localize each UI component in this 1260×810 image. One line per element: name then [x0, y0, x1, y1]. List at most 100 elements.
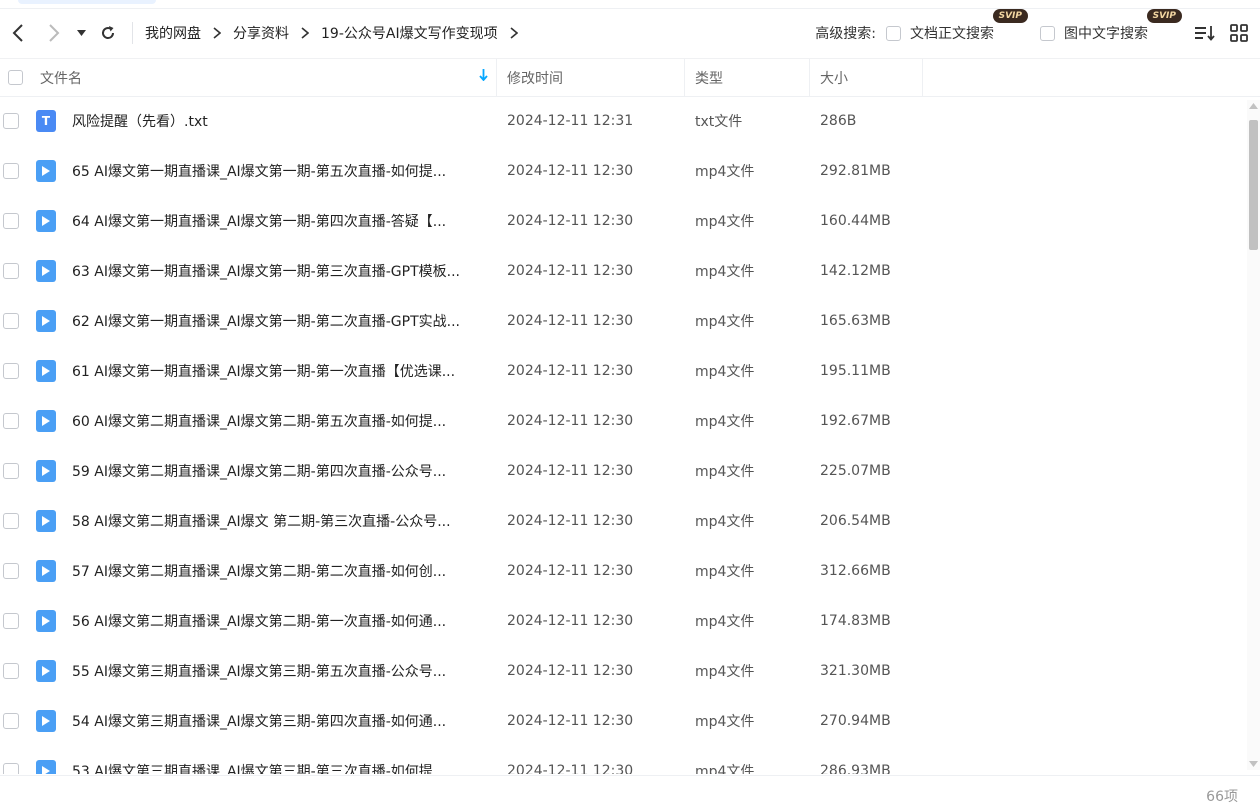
file-list: T 风险提醒（先看）.txt 2024-12-11 12:31 txt文件 28… — [0, 96, 1247, 774]
row-checkbox[interactable] — [3, 663, 19, 679]
table-row[interactable]: 60 AI爆文第二期直播课_AI爆文第二期-第五次直播-如何提... 2024-… — [0, 396, 1247, 446]
video-file-icon — [36, 610, 56, 632]
file-modified: 2024-12-11 12:30 — [507, 213, 634, 229]
doc-text-search-option[interactable]: 文档正文搜索 SVIP — [886, 9, 1028, 43]
row-checkbox[interactable] — [3, 113, 19, 129]
row-checkbox[interactable] — [3, 213, 19, 229]
active-tab-indicator — [18, 0, 156, 4]
video-file-icon — [36, 410, 56, 432]
file-type: mp4文件 — [695, 164, 755, 180]
file-size: 286.93MB — [820, 763, 891, 774]
column-header-name[interactable]: 文件名 — [0, 59, 497, 96]
file-name[interactable]: 61 AI爆文第一期直播课_AI爆文第一期-第一次直播【优选课... — [72, 361, 455, 381]
table-row[interactable]: 64 AI爆文第一期直播课_AI爆文第一期-第四次直播-答疑【... 2024-… — [0, 196, 1247, 246]
file-size: 174.83MB — [820, 613, 891, 629]
video-file-icon — [36, 260, 56, 282]
file-type: mp4文件 — [695, 364, 755, 380]
file-name[interactable]: 58 AI爆文第二期直播课_AI爆文 第二期-第三次直播-公众号... — [72, 511, 451, 531]
breadcrumb-item-my-drive[interactable]: 我的网盘 — [145, 23, 201, 43]
image-text-search-label: 图中文字搜索 — [1064, 26, 1148, 42]
row-checkbox[interactable] — [3, 313, 19, 329]
file-name[interactable]: 64 AI爆文第一期直播课_AI爆文第一期-第四次直播-答疑【... — [72, 211, 446, 231]
video-file-icon — [36, 210, 56, 232]
file-name[interactable]: 60 AI爆文第二期直播课_AI爆文第二期-第五次直播-如何提... — [72, 411, 446, 431]
table-row[interactable]: 55 AI爆文第三期直播课_AI爆文第三期-第五次直播-公众号... 2024-… — [0, 646, 1247, 696]
status-bar: 66项 — [0, 775, 1260, 810]
chevron-right-icon — [49, 24, 60, 42]
file-type: mp4文件 — [695, 714, 755, 730]
table-row[interactable]: 62 AI爆文第一期直播课_AI爆文第一期-第二次直播-GPT实战... 202… — [0, 296, 1247, 346]
file-modified: 2024-12-11 12:30 — [507, 413, 634, 429]
file-name-cell: 60 AI爆文第二期直播课_AI爆文第二期-第五次直播-如何提... — [0, 410, 497, 432]
table-row[interactable]: 65 AI爆文第一期直播课_AI爆文第一期-第五次直播-如何提... 2024-… — [0, 146, 1247, 196]
image-text-search-option[interactable]: 图中文字搜索 SVIP — [1040, 9, 1182, 43]
row-checkbox[interactable] — [3, 413, 19, 429]
refresh-button[interactable] — [90, 9, 126, 57]
table-row[interactable]: 57 AI爆文第二期直播课_AI爆文第二期-第二次直播-如何创... 2024-… — [0, 546, 1247, 596]
vertical-scrollbar[interactable] — [1247, 100, 1260, 770]
file-modified: 2024-12-11 12:30 — [507, 613, 634, 629]
grid-view-button[interactable] — [1222, 9, 1256, 57]
table-row[interactable]: 59 AI爆文第二期直播课_AI爆文第二期-第四次直播-公众号... 2024-… — [0, 446, 1247, 496]
table-row[interactable]: 58 AI爆文第二期直播课_AI爆文 第二期-第三次直播-公众号... 2024… — [0, 496, 1247, 546]
file-name-cell: 55 AI爆文第三期直播课_AI爆文第三期-第五次直播-公众号... — [0, 660, 497, 682]
refresh-icon — [102, 26, 115, 39]
breadcrumb-item-shared[interactable]: 分享资料 — [233, 23, 289, 43]
row-checkbox[interactable] — [3, 463, 19, 479]
table-row[interactable]: 53 AI爆文第三期直播课_AI爆文第三期-第三次直播-如何提... 2024-… — [0, 746, 1247, 774]
column-header-modified[interactable]: 修改时间 — [497, 59, 685, 96]
table-row[interactable]: T 风险提醒（先看）.txt 2024-12-11 12:31 txt文件 28… — [0, 96, 1247, 146]
file-name[interactable]: 57 AI爆文第二期直播课_AI爆文第二期-第二次直播-如何创... — [72, 561, 446, 581]
file-name-cell: 63 AI爆文第一期直播课_AI爆文第一期-第三次直播-GPT模板... — [0, 260, 497, 282]
row-checkbox[interactable] — [3, 713, 19, 729]
file-name[interactable]: 63 AI爆文第一期直播课_AI爆文第一期-第三次直播-GPT模板... — [72, 261, 460, 281]
sort-button[interactable] — [1188, 9, 1222, 57]
file-name[interactable]: 65 AI爆文第一期直播课_AI爆文第一期-第五次直播-如何提... — [72, 161, 446, 181]
file-name[interactable]: 59 AI爆文第二期直播课_AI爆文第二期-第四次直播-公众号... — [72, 461, 446, 481]
column-header-size[interactable]: 大小 — [810, 59, 923, 96]
file-name[interactable]: 54 AI爆文第三期直播课_AI爆文第三期-第四次直播-如何通... — [72, 711, 446, 731]
column-label-size: 大小 — [820, 70, 848, 87]
scroll-down-arrow-icon[interactable] — [1247, 758, 1260, 770]
row-checkbox[interactable] — [3, 513, 19, 529]
row-checkbox[interactable] — [3, 763, 19, 774]
doc-text-search-checkbox[interactable] — [886, 25, 901, 41]
row-checkbox[interactable] — [3, 563, 19, 579]
history-dropdown-button[interactable] — [72, 9, 90, 57]
breadcrumb-item-current-folder[interactable]: 19-公众号AI爆文写作变现项 — [321, 23, 498, 43]
row-checkbox[interactable] — [3, 363, 19, 379]
advanced-search: 高级搜索: 文档正文搜索 SVIP 图中文字搜索 SVIP — [815, 9, 1260, 57]
file-name[interactable]: 62 AI爆文第一期直播课_AI爆文第一期-第二次直播-GPT实战... — [72, 311, 460, 331]
file-name[interactable]: 55 AI爆文第三期直播课_AI爆文第三期-第五次直播-公众号... — [72, 661, 446, 681]
row-checkbox[interactable] — [3, 263, 19, 279]
file-size: 270.94MB — [820, 713, 891, 729]
image-text-search-checkbox[interactable] — [1040, 25, 1055, 41]
file-name[interactable]: 53 AI爆文第三期直播课_AI爆文第三期-第三次直播-如何提... — [72, 761, 446, 774]
select-all-checkbox[interactable] — [8, 70, 23, 85]
chevron-right-icon[interactable] — [510, 27, 518, 39]
file-modified: 2024-12-11 12:30 — [507, 713, 634, 729]
video-file-icon — [36, 160, 56, 182]
table-row[interactable]: 54 AI爆文第三期直播课_AI爆文第三期-第四次直播-如何通... 2024-… — [0, 696, 1247, 746]
doc-text-search-label: 文档正文搜索 — [910, 26, 994, 42]
file-name[interactable]: 56 AI爆文第二期直播课_AI爆文第二期-第一次直播-如何通... — [72, 611, 446, 631]
back-button[interactable] — [0, 9, 36, 57]
file-name-cell: 64 AI爆文第一期直播课_AI爆文第一期-第四次直播-答疑【... — [0, 210, 497, 232]
column-header-type[interactable]: 类型 — [685, 59, 810, 96]
row-checkbox[interactable] — [3, 163, 19, 179]
txt-file-icon: T — [36, 110, 56, 132]
file-type: mp4文件 — [695, 564, 755, 580]
file-size: 292.81MB — [820, 163, 891, 179]
forward-button[interactable] — [36, 9, 72, 57]
chevron-right-icon — [301, 27, 309, 39]
scroll-up-arrow-icon[interactable] — [1247, 100, 1260, 112]
row-checkbox[interactable] — [3, 613, 19, 629]
file-size: 312.66MB — [820, 563, 891, 579]
file-type: mp4文件 — [695, 414, 755, 430]
file-name[interactable]: 风险提醒（先看）.txt — [72, 111, 208, 131]
file-type: mp4文件 — [695, 764, 755, 774]
table-row[interactable]: 63 AI爆文第一期直播课_AI爆文第一期-第三次直播-GPT模板... 202… — [0, 246, 1247, 296]
table-row[interactable]: 61 AI爆文第一期直播课_AI爆文第一期-第一次直播【优选课... 2024-… — [0, 346, 1247, 396]
scrollbar-thumb[interactable] — [1249, 120, 1258, 250]
table-row[interactable]: 56 AI爆文第二期直播课_AI爆文第二期-第一次直播-如何通... 2024-… — [0, 596, 1247, 646]
